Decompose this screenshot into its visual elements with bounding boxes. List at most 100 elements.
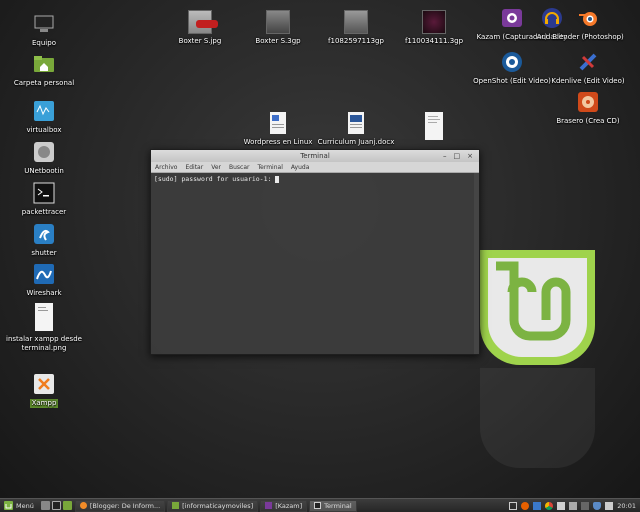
clock[interactable]: 20:01 <box>617 502 636 510</box>
image-file-icon <box>32 302 56 332</box>
image-thumbnail-icon <box>188 10 218 34</box>
kdenlive-icon <box>576 50 600 74</box>
terminal-window[interactable]: Terminal – □ × Archivo Editar Ver Buscar… <box>150 149 480 355</box>
desktop-icon-carpeta-personal[interactable]: Carpeta personal <box>2 52 86 88</box>
desktop-icon-document-3[interactable] <box>392 111 476 144</box>
desktop-icon-f110034111-3gp[interactable]: f110034111.3gp <box>392 10 476 46</box>
desktop-icon-label: Carpeta personal <box>13 79 75 87</box>
mint-menu-icon <box>4 501 13 510</box>
brasero-icon <box>576 90 600 114</box>
computer-icon <box>32 12 56 36</box>
word-document-icon <box>344 111 368 135</box>
desktop-icon-equipo[interactable]: Equipo <box>2 12 86 48</box>
desktop-icon-xampp[interactable]: Xampp <box>2 372 86 408</box>
task-terminal[interactable]: Terminal <box>309 499 357 512</box>
keyboard-icon[interactable] <box>581 501 590 510</box>
shield-icon[interactable] <box>593 501 602 510</box>
virtualbox-icon <box>32 99 56 123</box>
desktop-icon-unetbootin[interactable]: UNetbootin <box>2 140 86 176</box>
shutter-icon <box>32 222 56 246</box>
firefox-icon[interactable] <box>521 501 530 510</box>
desktop-icon-boxter-jpg[interactable]: Boxter S.jpg <box>158 10 242 46</box>
terminal-content[interactable]: [sudo] password for usuario-1: <box>151 173 479 354</box>
packettracer-icon <box>32 181 56 205</box>
task-label: [Kazam] <box>275 501 303 510</box>
task-informaticaymoviles[interactable]: [informaticaymoviles] <box>167 499 259 512</box>
minimize-icon[interactable]: – <box>443 150 447 162</box>
desktop-icon-label: f1082597113gp <box>328 37 384 45</box>
document-icon <box>266 111 290 135</box>
desktop-icon-packettracer[interactable]: packettracer <box>2 181 86 217</box>
desktop-icon-label: Curriculum Juanj.docx <box>317 138 395 146</box>
menu-terminal[interactable]: Terminal <box>258 162 283 172</box>
maximize-icon[interactable]: □ <box>454 150 461 162</box>
close-icon[interactable]: × <box>467 150 473 162</box>
browser-icon <box>79 502 87 509</box>
desktop-icon-f108259711-3gp[interactable]: f1082597113gp <box>314 10 398 46</box>
desktop-icon-brasero[interactable]: Brasero (Crea CD) <box>546 90 630 126</box>
terminal-prompt: [sudo] password for usuario-1: <box>154 175 276 183</box>
desktop-icon-curriculum-docx[interactable]: Curriculum Juanj.docx <box>314 111 398 147</box>
show-desktop-icon[interactable] <box>40 501 50 510</box>
desktop-icon-shutter[interactable]: shutter <box>2 222 86 258</box>
desktop-icon-label: Kdenlive (Edit Video) <box>551 77 625 85</box>
desktop-icon-label: Boxter S.3gp <box>255 37 301 45</box>
terminal-menubar: Archivo Editar Ver Buscar Terminal Ayuda <box>151 162 479 173</box>
taskbar: Menú [Blogger: De Inform... [informatica… <box>0 498 640 512</box>
terminal-title: Terminal <box>300 152 330 160</box>
desktop-icon-wireshark[interactable]: Wireshark <box>2 262 86 298</box>
volume-icon[interactable] <box>605 501 614 510</box>
terminal-icon <box>314 502 322 509</box>
menu-ver[interactable]: Ver <box>211 162 221 172</box>
file-manager-icon[interactable] <box>62 501 72 510</box>
task-label: [informaticaymoviles] <box>182 501 254 510</box>
video-thumbnail-icon <box>422 10 446 34</box>
menu-ayuda[interactable]: Ayuda <box>291 162 310 172</box>
task-kazam[interactable]: [Kazam] <box>260 499 308 512</box>
window-list-icon[interactable] <box>509 501 518 510</box>
blender-icon <box>576 6 600 30</box>
desktop-icon-label: UNetbootin <box>24 167 64 175</box>
menu-buscar[interactable]: Buscar <box>229 162 250 172</box>
network-icon[interactable] <box>533 501 542 510</box>
text-cursor <box>275 175 280 183</box>
openshot-icon <box>500 50 524 74</box>
menu-button[interactable]: Menú <box>0 499 38 512</box>
desktop-icon-virtualbox[interactable]: virtualbox <box>2 99 86 135</box>
desktop-icon-label: Boxter S.jpg <box>178 37 222 45</box>
desktop-icon-label: instalar xampp desde terminal.png <box>6 335 82 352</box>
desktop-icon-boxter-3gp[interactable]: Boxter S.3gp <box>236 10 320 46</box>
task-label: Terminal <box>324 501 352 510</box>
desktop-icon-instalar-xampp-png[interactable]: instalar xampp desde terminal.png <box>2 302 86 353</box>
kazam-icon <box>265 502 273 509</box>
desktop-icon-label: Xampp <box>29 399 59 408</box>
terminal-launch-icon[interactable] <box>51 501 61 510</box>
mail-icon[interactable] <box>557 501 566 510</box>
desktop-icon-kdenlive[interactable]: Kdenlive (Edit Video) <box>546 50 630 86</box>
desktop-icon-label: Wordpress en Linux <box>243 138 313 146</box>
desktop-icon-label: Equipo <box>32 39 56 47</box>
desktop-icon-wordpress-en-linux[interactable]: Wordpress en Linux <box>236 111 320 147</box>
home-folder-icon <box>32 52 56 76</box>
window-controls: – □ × <box>443 150 473 162</box>
terminal-titlebar[interactable]: Terminal – □ × <box>151 150 479 162</box>
unetbootin-icon <box>32 140 56 164</box>
desktop-icon-label: shutter <box>31 249 57 257</box>
terminal-scrollbar[interactable] <box>474 173 479 354</box>
desktop-icon-blender[interactable]: Blender (Photoshop) <box>546 6 630 42</box>
desktop-icon-label: packettracer <box>21 208 67 216</box>
quick-launch <box>38 501 75 510</box>
document-thumbnail-icon <box>422 111 446 141</box>
desktop-icon-label: Wireshark <box>26 289 62 297</box>
chrome-icon[interactable] <box>545 501 554 510</box>
xampp-icon <box>32 372 56 396</box>
battery-icon[interactable] <box>569 501 578 510</box>
linux-mint-logo <box>480 250 595 365</box>
menu-archivo[interactable]: Archivo <box>155 162 177 172</box>
menu-label: Menú <box>16 501 34 510</box>
system-tray: 20:01 <box>509 501 640 510</box>
wireshark-icon <box>32 262 56 286</box>
menu-editar[interactable]: Editar <box>185 162 203 172</box>
task-blogger[interactable]: [Blogger: De Inform... <box>74 499 166 512</box>
desktop-icon-openshot[interactable]: OpenShot (Edit Video) <box>470 50 554 86</box>
